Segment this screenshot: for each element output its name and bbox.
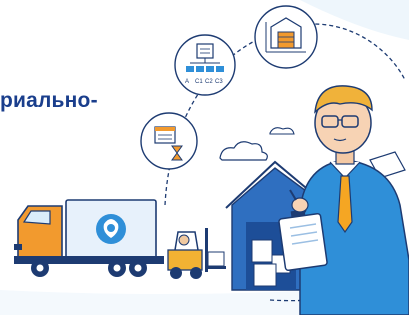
svg-text:C1: C1 bbox=[195, 79, 203, 85]
logistics-banner: риально- A C1 C2 C3 bbox=[0, 0, 409, 315]
svg-text:C3: C3 bbox=[215, 79, 223, 85]
calendar-hourglass-icon bbox=[140, 112, 198, 170]
illustration: A C1 C2 C3 bbox=[0, 0, 409, 315]
warehouse-icon bbox=[254, 5, 318, 69]
svg-text:A: A bbox=[185, 79, 189, 85]
svg-text:C2: C2 bbox=[205, 79, 213, 85]
cloud-icon bbox=[219, 141, 268, 161]
org-chart-icon: A C1 C2 C3 bbox=[174, 34, 236, 96]
forklift bbox=[167, 228, 226, 279]
truck bbox=[14, 199, 164, 277]
